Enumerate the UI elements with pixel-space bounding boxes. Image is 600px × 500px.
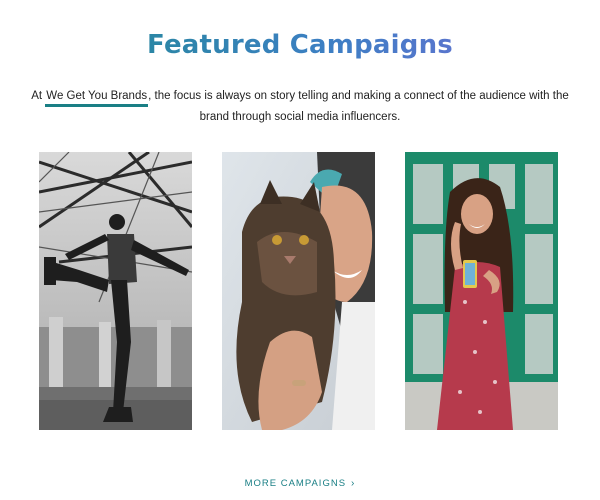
intro-text: At We Get You Brands, the focus is alway…: [30, 86, 570, 128]
more-campaigns-label: MORE CAMPAIGNS: [244, 478, 347, 489]
man-dancing-photo: [39, 152, 192, 430]
section-title: Featured Campaigns: [0, 30, 600, 60]
campaign-card-dancer[interactable]: [39, 152, 192, 430]
campaign-card-phone[interactable]: [405, 152, 558, 430]
more-campaigns: MORE CAMPAIGNS ›: [0, 478, 600, 489]
woman-with-cat-photo: [222, 152, 375, 430]
woman-with-phone-photo: [405, 152, 558, 430]
brand-link[interactable]: We Get You Brands: [45, 89, 149, 107]
intro-prefix: At: [31, 90, 46, 102]
more-campaigns-link[interactable]: MORE CAMPAIGNS ›: [245, 478, 356, 489]
arrow-right-icon: ›: [351, 478, 356, 489]
intro-suffix: , the focus is always on story telling a…: [148, 90, 569, 123]
campaign-gallery: [39, 152, 558, 430]
campaign-card-cat[interactable]: [222, 152, 375, 430]
